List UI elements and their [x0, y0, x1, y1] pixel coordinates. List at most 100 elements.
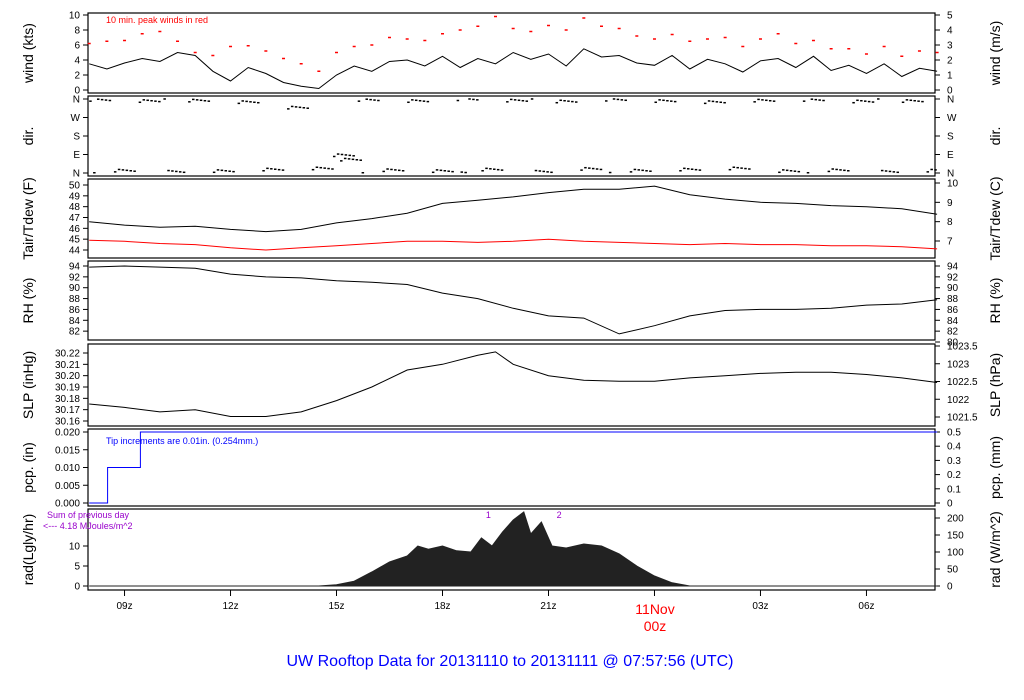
wind-ytick-label: 2	[74, 71, 80, 82]
dir-right-ytick-label: E	[947, 150, 954, 161]
dir-point	[500, 169, 504, 171]
dir-point	[319, 166, 323, 169]
dir-right-ytick-label: S	[947, 132, 954, 143]
dir-point	[839, 169, 842, 171]
dir-point	[199, 99, 203, 102]
slp-right-ytick-label: 1023	[947, 359, 970, 370]
slp-ytick-label: 30.17	[55, 405, 80, 416]
dir-point	[146, 99, 149, 102]
dir-point	[785, 169, 789, 172]
rh-ytick-label: 82	[69, 327, 81, 338]
dir-point	[237, 102, 241, 105]
dir-point	[563, 99, 566, 102]
dir-point	[158, 100, 161, 103]
rad-right-ytick-label: 100	[947, 548, 964, 559]
dir-point	[154, 100, 157, 102]
dir-point	[802, 100, 806, 102]
dir-point	[591, 167, 595, 170]
dir-point	[793, 170, 797, 172]
panel-dir: NESWNNESWNdir. dir.	[20, 95, 1003, 180]
slp-right-ytick-label: 1021.5	[947, 413, 978, 424]
dir-point	[386, 168, 389, 170]
dir-point	[880, 169, 884, 172]
dir-point	[856, 99, 859, 102]
dir-point	[138, 101, 142, 104]
dir-ylabel: dir.	[20, 127, 36, 146]
dir-point	[171, 170, 174, 172]
panel-pcp: 0.000 0.005 0.010 0.015 0.020 0 0.1 0.2 0.3 0.4 0.…	[20, 428, 1003, 510]
dir-point	[489, 168, 492, 170]
dir-point	[277, 168, 281, 171]
pcp-ylabel-right: pcp. (mm)	[987, 436, 1003, 499]
dir-point	[654, 101, 657, 104]
chart-title: UW Rooftop Data for 20131110 to 20131111…	[286, 653, 733, 670]
temp-right-ytick-label: 10	[947, 179, 959, 190]
pcp-right-ytick-label: 0.4	[947, 442, 961, 453]
dir-point	[323, 167, 326, 169]
temp-ytick-label: 49	[69, 191, 81, 202]
rad-right-ytick-label: 150	[947, 531, 964, 542]
dir-point	[550, 171, 553, 174]
slp-ytick-label: 30.18	[55, 394, 80, 405]
rh-ytick-label: 92	[69, 272, 81, 283]
rad-ytick-label: 10	[69, 542, 81, 553]
dir-point	[909, 99, 913, 102]
dir-point	[641, 169, 644, 172]
dir-point	[633, 168, 637, 171]
dir-point	[89, 100, 92, 102]
slp-right-ytick-label: 1022.5	[947, 377, 978, 388]
dir-ytick-label: N	[73, 169, 80, 180]
dir-point	[178, 171, 182, 173]
pcp-annotation: Tip increments are 0.01in. (0.254mm.)	[106, 436, 258, 446]
dir-point	[707, 100, 711, 102]
dir-point	[93, 172, 96, 174]
temp-ytick-label: 45	[69, 235, 81, 246]
dir-point	[509, 98, 513, 101]
dir-point	[228, 170, 231, 172]
rh-right-ytick-label: 92	[947, 272, 959, 283]
dir-point	[546, 171, 549, 173]
dir-point	[365, 98, 368, 100]
dir-point	[203, 99, 207, 102]
dir-point	[797, 170, 801, 173]
rh-ytick-label: 88	[69, 294, 81, 305]
dir-point	[294, 106, 298, 108]
dir-point	[538, 170, 542, 172]
wind-ytick-label: 10	[69, 11, 81, 22]
dir-point	[913, 99, 916, 102]
dir-point	[435, 169, 439, 171]
rad-ytick-label: 0	[74, 582, 80, 593]
dir-ytick-label: S	[73, 132, 80, 143]
slp-ylabel-right: SLP (hPa)	[987, 353, 1003, 417]
dir-point	[662, 99, 665, 102]
dir-point	[340, 153, 344, 156]
dir-point	[414, 99, 418, 102]
dir-point	[125, 169, 129, 172]
dir-point	[645, 170, 648, 172]
temp-right-ytick-label: 7	[947, 237, 953, 248]
pcp-right-ytick-label: 0.5	[947, 428, 961, 439]
dir-point	[133, 170, 136, 172]
dir-point	[666, 99, 669, 102]
rad-right-ytick-label: 50	[947, 565, 959, 576]
temp-ylabel-right: Tair/Tdew (C)	[987, 176, 1003, 260]
dir-point	[306, 107, 309, 109]
dir-point	[580, 169, 583, 171]
dir-point	[315, 166, 319, 168]
x-tick-label: 06z	[858, 601, 874, 612]
dir-point	[253, 101, 256, 104]
rh-frame	[87, 260, 936, 341]
dir-point	[100, 98, 104, 101]
x-tick-label: 21z	[540, 601, 556, 612]
dir-point	[298, 106, 302, 109]
dir-point	[96, 98, 100, 100]
dir-point	[418, 99, 422, 102]
dir-point	[401, 170, 405, 172]
dir-point	[332, 155, 336, 158]
dir-point	[757, 98, 760, 101]
slp-SLP-line	[89, 351, 938, 417]
dir-point	[555, 101, 559, 104]
dir-point	[605, 100, 608, 102]
dir-point	[658, 99, 661, 101]
dir-point	[394, 169, 397, 171]
